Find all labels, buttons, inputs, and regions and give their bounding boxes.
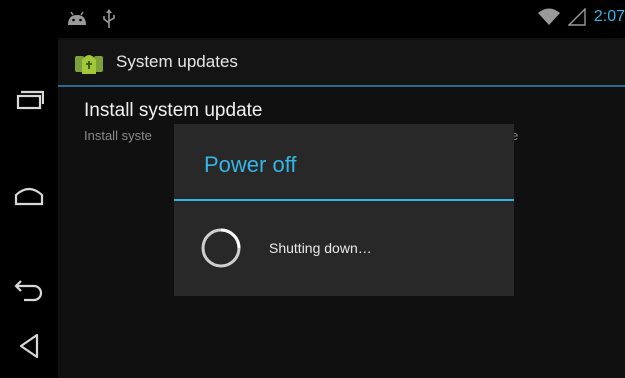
usb-icon <box>103 9 115 28</box>
back-icon <box>14 280 43 302</box>
preference-summary-left: Install syste <box>84 128 152 143</box>
progress-spinner-icon <box>201 228 241 268</box>
action-bar-divider <box>58 85 625 87</box>
dialog-message: Shutting down… <box>269 240 372 256</box>
power-off-dialog: Power off Shutting down… <box>174 124 514 296</box>
menu-triangle-icon <box>19 333 39 359</box>
wifi-icon <box>537 8 560 25</box>
preference-title: Install system update <box>84 100 263 121</box>
menu-button[interactable] <box>0 316 58 376</box>
home-button[interactable] <box>0 164 58 224</box>
android-screen: 2:07 System updates Install system updat… <box>0 0 625 378</box>
status-clock: 2:07 <box>593 8 625 25</box>
recents-icon <box>16 90 44 110</box>
system-update-app-icon[interactable] <box>74 50 104 76</box>
signal-icon <box>567 8 586 26</box>
back-button[interactable] <box>0 260 58 320</box>
dialog-title: Power off <box>204 152 297 177</box>
action-bar-title: System updates <box>116 52 238 71</box>
action-bar: System updates <box>58 40 625 86</box>
navigation-bar <box>0 0 58 378</box>
dialog-divider <box>174 199 514 201</box>
status-bar: 2:07 <box>58 0 625 38</box>
android-debug-icon <box>68 11 86 25</box>
recents-button[interactable] <box>0 70 58 130</box>
home-icon <box>14 187 44 206</box>
